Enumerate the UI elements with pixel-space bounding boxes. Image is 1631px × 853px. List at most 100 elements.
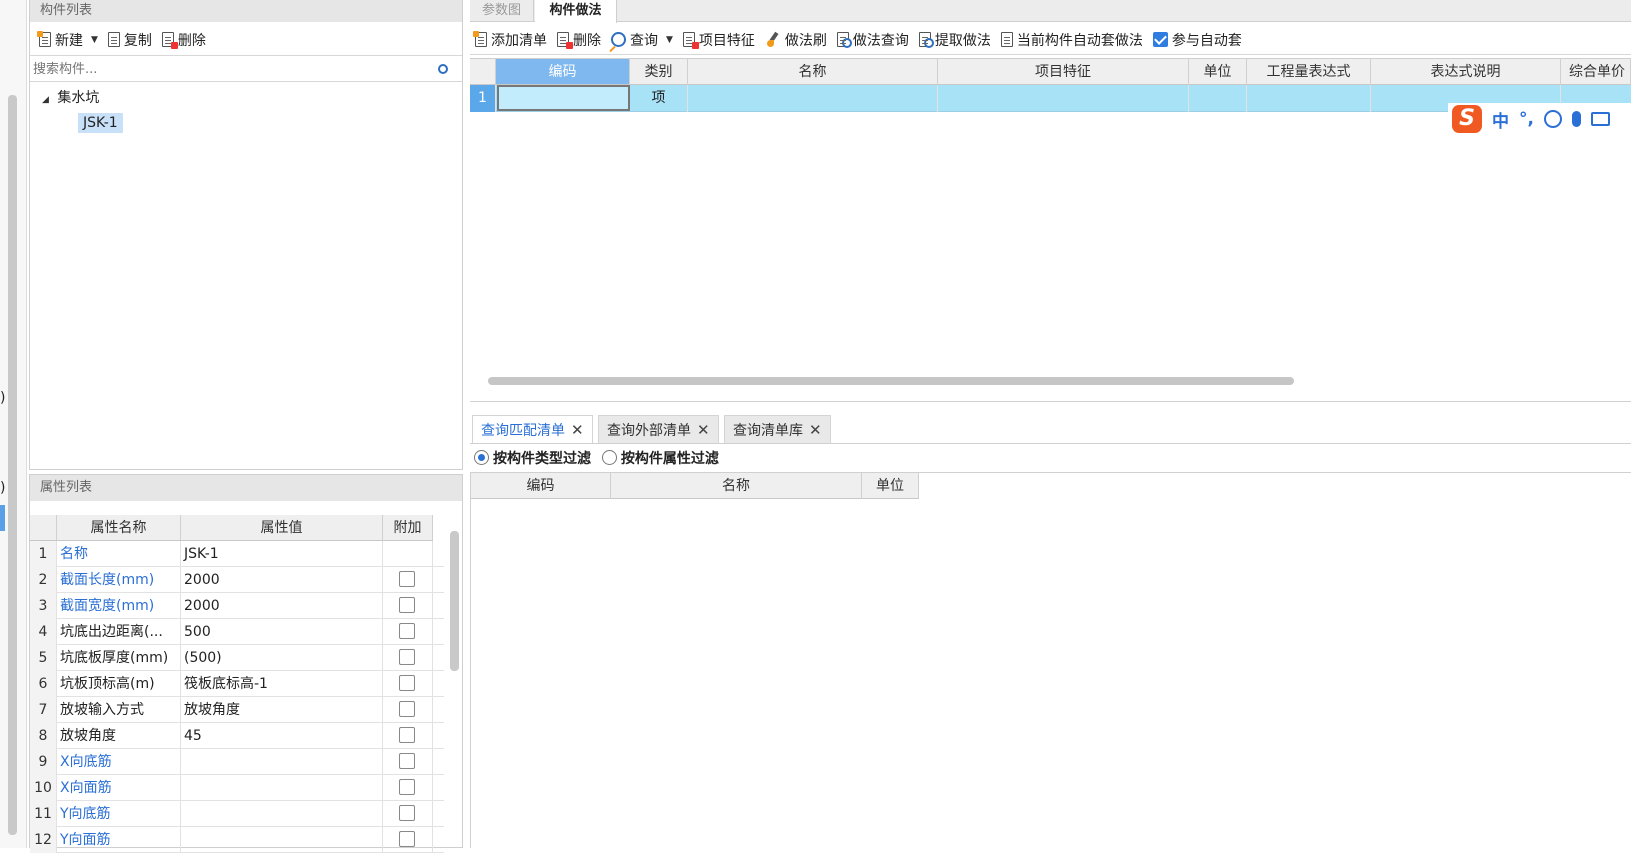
expand-arrow-icon[interactable]: ◢ bbox=[42, 95, 49, 105]
extract-method-label: 提取做法 bbox=[934, 32, 991, 49]
table-row[interactable]: 3 截面宽度(mm) 2000 bbox=[30, 593, 444, 619]
property-value[interactable]: (500) bbox=[181, 645, 383, 671]
property-value[interactable] bbox=[181, 801, 383, 827]
delete-component-button[interactable]: 删除 bbox=[157, 27, 211, 53]
code-cell[interactable] bbox=[497, 85, 630, 111]
table-row[interactable]: 6 坑板顶标高(m) 筏板底标高-1 bbox=[30, 671, 444, 697]
rownum-header bbox=[470, 59, 496, 85]
auto-apply-icon bbox=[1000, 32, 1013, 47]
property-value[interactable]: 2000 bbox=[181, 567, 383, 593]
table-row[interactable]: 8 放坡角度 45 bbox=[30, 723, 444, 749]
checkbox[interactable] bbox=[399, 597, 415, 613]
method-brush-button[interactable]: 做法刷 bbox=[760, 27, 832, 53]
table-row[interactable]: 2 截面长度(mm) 2000 bbox=[30, 567, 444, 593]
checkbox[interactable] bbox=[399, 831, 415, 847]
ime-lang-label[interactable]: 中 bbox=[1492, 107, 1509, 132]
property-name: 截面宽度(mm) bbox=[57, 593, 181, 619]
tab-external-list[interactable]: 查询外部清单 ✕ bbox=[598, 415, 719, 443]
close-icon[interactable]: ✕ bbox=[571, 421, 584, 439]
query-button[interactable]: 查询 ▼ bbox=[606, 27, 678, 53]
add-list-icon bbox=[473, 31, 487, 47]
emoji-icon[interactable] bbox=[1543, 110, 1562, 128]
property-value[interactable]: 筏板底标高-1 bbox=[181, 671, 383, 697]
col-header-unit-price: 综合单价 bbox=[1561, 59, 1631, 85]
property-name: 放坡输入方式 bbox=[57, 697, 181, 723]
table-row[interactable]: 1 名称 JSK-1 bbox=[30, 541, 444, 567]
filter-by-attr-radio[interactable]: 按构件属性过滤 bbox=[601, 450, 719, 467]
table-row[interactable]: 12 Y向面筋 bbox=[30, 827, 444, 853]
property-scrollbar[interactable] bbox=[450, 531, 459, 671]
checkbox[interactable] bbox=[399, 779, 415, 795]
chevron-down-icon[interactable]: ▼ bbox=[91, 35, 98, 45]
expr-cell[interactable] bbox=[1247, 85, 1371, 112]
table-row[interactable]: 4 坑底出边距离(... 500 bbox=[30, 619, 444, 645]
table-row[interactable]: 11 Y向底筋 bbox=[30, 801, 444, 827]
property-value[interactable]: 放坡角度 bbox=[181, 697, 383, 723]
chevron-down-icon[interactable]: ▼ bbox=[666, 35, 673, 45]
table-row[interactable]: 5 坑底板厚度(mm) (500) bbox=[30, 645, 444, 671]
project-feature-button[interactable]: 项目特征 bbox=[678, 27, 760, 53]
property-value[interactable]: 2000 bbox=[181, 593, 383, 619]
radio-selected-icon[interactable] bbox=[474, 450, 489, 465]
row-number: 11 bbox=[30, 801, 57, 827]
feature-cell[interactable] bbox=[938, 85, 1189, 112]
new-button[interactable]: 新建 ▼ bbox=[34, 27, 103, 53]
table-row[interactable]: 10 X向面筋 bbox=[30, 775, 444, 801]
ime-punct-label[interactable]: °, bbox=[1519, 109, 1534, 129]
property-value[interactable] bbox=[181, 749, 383, 775]
search-icon[interactable] bbox=[438, 64, 448, 74]
name-cell[interactable] bbox=[688, 85, 938, 112]
table-row[interactable]: 9 X向底筋 bbox=[30, 749, 444, 775]
microphone-icon[interactable] bbox=[1571, 111, 1581, 127]
radio-unselected-icon[interactable] bbox=[601, 450, 617, 465]
property-extra bbox=[383, 723, 433, 749]
col-header-code: 编码 bbox=[471, 473, 611, 499]
checkbox[interactable] bbox=[399, 727, 415, 743]
checkbox[interactable] bbox=[399, 571, 415, 587]
keyboard-icon[interactable] bbox=[1590, 112, 1610, 126]
checkbox[interactable] bbox=[399, 753, 415, 769]
close-icon[interactable]: ✕ bbox=[809, 421, 822, 439]
tab-param-figure[interactable]: 参数图 bbox=[470, 0, 534, 22]
checkbox-checked-icon[interactable] bbox=[1152, 32, 1168, 47]
checkbox[interactable] bbox=[399, 675, 415, 691]
tab-component-method[interactable]: 构件做法 bbox=[535, 0, 617, 23]
property-value[interactable]: JSK-1 bbox=[181, 541, 383, 567]
search-input[interactable] bbox=[30, 58, 430, 80]
add-list-button[interactable]: 添加清单 bbox=[470, 27, 552, 53]
tree-item-label[interactable]: JSK-1 bbox=[78, 113, 123, 133]
edge-scrollbar[interactable] bbox=[8, 95, 17, 835]
tab-list-library[interactable]: 查询清单库 ✕ bbox=[724, 415, 831, 443]
property-value[interactable] bbox=[181, 827, 383, 853]
property-value[interactable]: 45 bbox=[181, 723, 383, 749]
property-value[interactable] bbox=[181, 775, 383, 801]
ime-toolbar[interactable]: S 中 °, bbox=[1448, 103, 1631, 135]
participate-auto-checkbox[interactable]: 参与自动套 bbox=[1148, 27, 1247, 53]
filter-row: 按构件类型过滤 按构件属性过滤 bbox=[474, 447, 719, 471]
close-icon[interactable]: ✕ bbox=[697, 421, 710, 439]
property-name: 截面长度(mm) bbox=[57, 567, 181, 593]
table-row[interactable]: 7 放坡输入方式 放坡角度 bbox=[30, 697, 444, 723]
delete-method-button[interactable]: 删除 bbox=[552, 27, 606, 53]
method-query-button[interactable]: 做法查询 bbox=[832, 27, 914, 53]
unit-cell[interactable] bbox=[1189, 85, 1247, 112]
tree-group-row[interactable]: ◢ 集水坑 bbox=[30, 85, 462, 111]
sogou-logo-icon: S bbox=[1452, 105, 1482, 133]
checkbox[interactable] bbox=[399, 805, 415, 821]
tab-match-list[interactable]: 查询匹配清单 ✕ bbox=[472, 415, 593, 443]
auto-apply-button[interactable]: 当前构件自动套做法 bbox=[996, 27, 1148, 53]
checkbox[interactable] bbox=[399, 623, 415, 639]
extract-method-button[interactable]: 提取做法 bbox=[914, 27, 996, 53]
row-number: 1 bbox=[30, 541, 57, 567]
property-value[interactable]: 500 bbox=[181, 619, 383, 645]
component-search[interactable] bbox=[30, 58, 462, 82]
type-cell[interactable]: 项 bbox=[630, 85, 688, 112]
property-extra bbox=[383, 827, 433, 853]
checkbox[interactable] bbox=[399, 701, 415, 717]
tree-item-row[interactable]: JSK-1 bbox=[30, 111, 462, 139]
copy-button[interactable]: 复制 bbox=[103, 27, 157, 53]
method-grid-hscrollbar[interactable] bbox=[488, 377, 1294, 385]
property-extra bbox=[383, 645, 433, 671]
checkbox[interactable] bbox=[399, 649, 415, 665]
filter-by-type-radio[interactable]: 按构件类型过滤 bbox=[474, 450, 591, 467]
